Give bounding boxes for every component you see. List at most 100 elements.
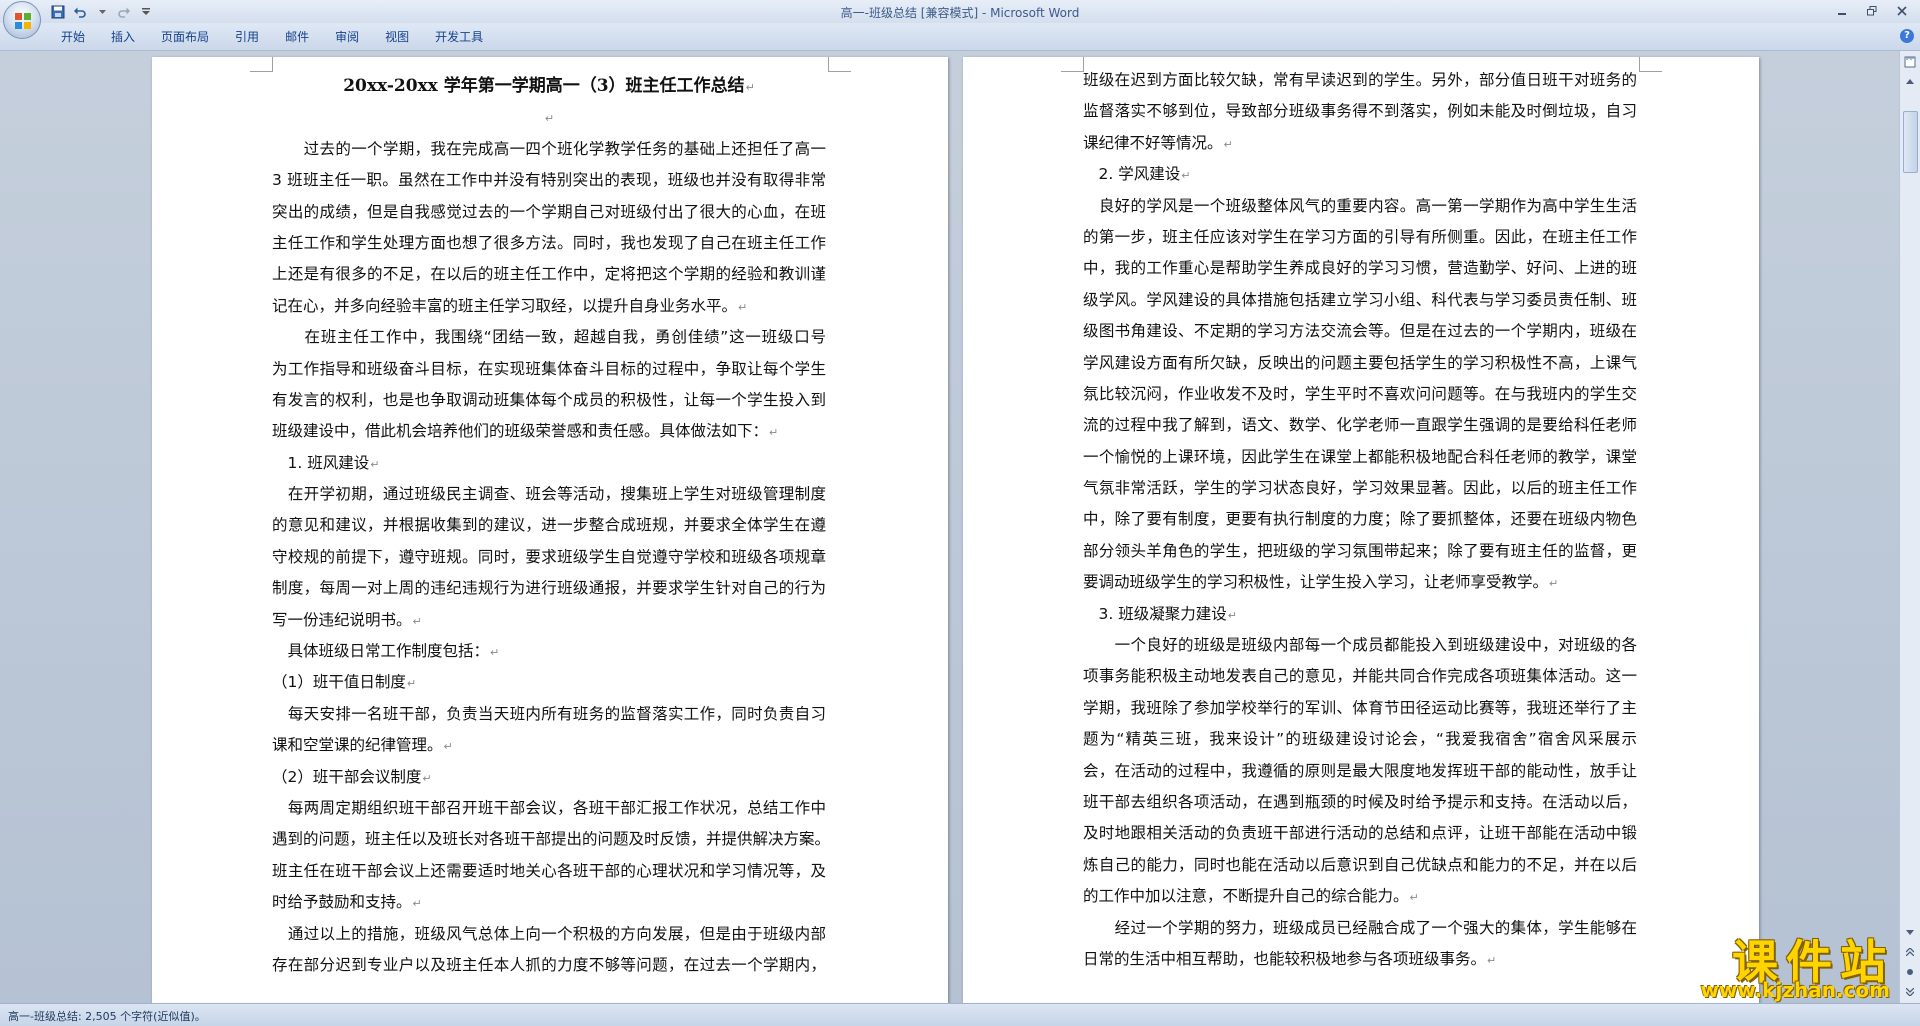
line-text: 一个愉悦的上课环境，因此学生在课堂上都能积极地配合科任老师的教学，课堂: [1083, 447, 1637, 466]
crop-mark: [1639, 57, 1662, 72]
tab-mailings[interactable]: 邮件: [272, 28, 322, 46]
line-text: 监督落实不够到位，导致部分班级事务得不到落实，例如未能及时倒垃圾，自习: [1083, 102, 1637, 121]
line-text: 级图书角建设、不定期的学习方法交流会等。但是在过去的一个学期内，班级在: [1083, 322, 1637, 341]
ribbon-tabs: 开始 插入 页面布局 引用 邮件 审阅 视图 开发工具: [48, 28, 496, 46]
document-line: 会，在活动的过程中，我遵循的原则是最大限度地发挥班干部的能动性，放手让: [1083, 756, 1637, 787]
tab-view[interactable]: 视图: [372, 28, 422, 46]
tab-references[interactable]: 引用: [222, 28, 272, 46]
tab-developer[interactable]: 开发工具: [422, 28, 496, 46]
close-button[interactable]: [1888, 2, 1916, 20]
save-button[interactable]: [50, 4, 66, 20]
minimize-button[interactable]: [1828, 2, 1856, 20]
line-text: 会，在活动的过程中，我遵循的原则是最大限度地发挥班干部的能动性，放手让: [1083, 761, 1637, 780]
paragraph-mark: ↵: [1227, 608, 1237, 622]
previous-page-button[interactable]: [1901, 943, 1919, 961]
line-text: 突出的成绩，但是自我感觉过去的一个学期自己对班级付出了很大的心血，在班: [272, 202, 826, 221]
line-text: 记在心，并多向经验丰富的班主任学习取经，以提升自身业务水平。: [272, 296, 738, 315]
line-text: 炼自己的能力，同时也能在活动以后意识到自己优缺点和能力的不足，并在以后: [1083, 855, 1637, 874]
line-text: 班级建设中，借此机会培养他们的班级荣誉感和责任感。具体做法如下：: [272, 422, 769, 441]
line-text: 时给予鼓励和支持。: [272, 893, 412, 912]
arrow-up-icon: [1906, 79, 1914, 84]
select-browse-object-button[interactable]: [1901, 963, 1919, 981]
document-line: 经过一个学期的努力，班级成员已经融合成了一个强大的集体，学生能够在: [1083, 913, 1637, 944]
tab-review[interactable]: 审阅: [322, 28, 372, 46]
document-line: 班主任在班干部会议上还需要适时地关心各班干部的心理状况和学习情况等，及: [272, 856, 826, 887]
document-line: 炼自己的能力，同时也能在活动以后意识到自己优缺点和能力的不足，并在以后: [1083, 850, 1637, 881]
line-text: 气氛非常活跃，学生的学习状态良好，学习效果显著。因此，以后的班主任工作: [1083, 479, 1637, 498]
office-button[interactable]: [3, 1, 41, 39]
line-text: 在开学初期，通过班级民主调查、班会等活动，搜集班上学生对班级管理制度: [272, 485, 826, 504]
next-page-button[interactable]: [1901, 983, 1919, 1001]
ruler-toggle-button[interactable]: [1901, 53, 1919, 71]
arrow-down-icon: [1906, 930, 1914, 935]
document-line: 具体班级日常工作制度包括：↵: [272, 636, 826, 667]
line-text: 在班主任工作中，我围绕“团结一致，超越自我，勇创佳绩”这一班级口号: [272, 328, 826, 347]
redo-icon: [118, 7, 130, 18]
line-text: 良好的学风是一个班级整体风气的重要内容。高一第一学期作为高中学生生活: [1083, 196, 1637, 215]
redo-button[interactable]: [116, 4, 132, 20]
scroll-down-button[interactable]: [1901, 923, 1919, 941]
paragraph-mark: ↵: [412, 897, 422, 911]
line-text: 3 班班主任一职。虽然在工作中并没有特别突出的表现，班级也并没有取得非常: [272, 171, 826, 190]
document-line: 守校规的前提下，遵守班规。同时，要求班级学生自觉遵守学校和班级各项规章: [272, 542, 826, 573]
document-line: 在班主任工作中，我围绕“团结一致，超越自我，勇创佳绩”这一班级口号: [272, 322, 826, 353]
document-line: 的第一步，班主任应该对学生在学习方面的引导有所侧重。因此，在班主任工作: [1083, 222, 1637, 253]
document-line: 为工作指导和班级奋斗目标，在实现班集体奋斗目标的过程中，争取让每个学生: [272, 354, 826, 385]
document-stats[interactable]: 高一-班级总结: 2,505 个字符(近似值)。: [8, 1008, 206, 1024]
line-text: 20xx-20xx 学年第一学期高一（3）班主任工作总结: [343, 76, 745, 96]
scroll-up-button[interactable]: [1901, 73, 1919, 91]
page-text-column: 班级在迟到方面比较欠缺，常有早读迟到的学生。另外，部分值日班干对班务的 监督落实不…: [1083, 65, 1637, 975]
paragraph-mark: ↵: [769, 426, 779, 440]
document-line: 日常的生活中相互帮助，也能较积极地参与各项班级事务。↵: [1083, 944, 1637, 975]
tab-home[interactable]: 开始: [48, 28, 98, 46]
document-line: 要调动班级学生的学习积极性，让学生投入学习，让老师享受教学。↵: [1083, 567, 1637, 598]
document-line: 主任工作和学生处理方面也想了很多方法。同时，我也发现了自己在班主任工作: [272, 228, 826, 259]
customize-qat-button[interactable]: [138, 4, 154, 20]
document-line: 制度，每周一对上周的违纪违规行为进行班级通报，并要求学生针对自己的行为: [272, 573, 826, 604]
line-text: 学风建设方面有所欠缺，反映出的问题主要包括学生的学习积极性不高，上课气: [1083, 353, 1637, 372]
document-line: 写一份违纪说明书。↵: [272, 605, 826, 636]
undo-dropdown-button[interactable]: [94, 4, 110, 20]
window-controls: [1828, 2, 1916, 20]
paragraph-mark: ↵: [738, 300, 748, 314]
document-line: 的意见和建议，并根据收集到的建议，进一步整合成班规，并要求全体学生在遵: [272, 510, 826, 541]
help-button[interactable]: ?: [1900, 29, 1914, 43]
line-text: 2. 学风建设: [1083, 165, 1181, 184]
document-line: 每两周定期组织班干部召开班干部会议，各班干部汇报工作状况，总结工作中: [272, 793, 826, 824]
crop-mark: [1061, 57, 1084, 72]
undo-button[interactable]: [72, 4, 88, 20]
line-text: 具体班级日常工作制度包括：: [272, 642, 490, 661]
double-chevron-up-icon: [1906, 948, 1914, 956]
tab-page-layout[interactable]: 页面布局: [148, 28, 222, 46]
document-heading: 20xx-20xx 学年第一学期高一（3）班主任工作总结↵: [272, 71, 826, 102]
document-line: 记在心，并多向经验丰富的班主任学习取经，以提升自身业务水平。↵: [272, 291, 826, 322]
vertical-scrollbar[interactable]: [1899, 51, 1920, 1003]
document-line: 级学风。学风建设的具体措施包括建立学习小组、科代表与学习委员责任制、班: [1083, 285, 1637, 316]
line-text: 流的过程中我了解到，语文、数学、化学老师一直跟学生强调的是要给科任老师: [1083, 416, 1637, 435]
paragraph-mark: ↵: [412, 614, 422, 628]
document-page-right[interactable]: 班级在迟到方面比较欠缺，常有早读迟到的学生。另外，部分值日班干对班务的 监督落实不…: [963, 57, 1759, 1003]
line-text: 一个良好的班级是班级内部每一个成员都能投入到班级建设中，对班级的各: [1083, 636, 1637, 655]
scrollbar-thumb[interactable]: [1903, 111, 1918, 173]
undo-icon: [74, 7, 86, 18]
document-line: 上还是有很多的不足，在以后的班主任工作中，定将把这个学期的经验和教训谨: [272, 259, 826, 290]
document-line: 课和空堂课的纪律管理。↵: [272, 730, 826, 761]
document-line: （1）班干值日制度↵: [272, 667, 826, 698]
watermark-logo: 课件站 www.kjzhan.com: [1664, 926, 1894, 1006]
status-bar: 高一-班级总结: 2,505 个字符(近似值)。: [0, 1003, 1920, 1026]
line-text: 部分领头羊角色的学生，把班级的学习氛围带起来；除了要有班主任的监督，更: [1083, 541, 1637, 560]
line-text: 上还是有很多的不足，在以后的班主任工作中，定将把这个学期的经验和教训谨: [272, 265, 826, 284]
paragraph-mark: ↵: [443, 740, 453, 754]
restore-button[interactable]: [1858, 2, 1886, 20]
document-line: 的工作中加以注意，不断提升自己的综合能力。↵: [1083, 881, 1637, 912]
document-page-left[interactable]: 20xx-20xx 学年第一学期高一（3）班主任工作总结↵ ↵ 过去的一个学期，我…: [152, 57, 948, 1003]
line-text: （1）班干值日制度: [272, 673, 406, 692]
save-icon: [51, 5, 65, 19]
document-line: 存在部分迟到专业户以及班主任本人抓的力度不够等问题，在过去一个学期内，: [272, 950, 826, 981]
line-text: 制度，每周一对上周的违纪违规行为进行班级通报，并要求学生针对自己的行为: [272, 579, 826, 598]
document-line: 班级建设中，借此机会培养他们的班级荣誉感和责任感。具体做法如下：↵: [272, 416, 826, 447]
line-text: 中，除了要有制度，更要有执行制度的力度；除了要抓整体，还要在班级内物色: [1083, 510, 1637, 529]
tab-insert[interactable]: 插入: [98, 28, 148, 46]
line-text: 及时地跟相关活动的负责班干部进行活动的总结和点评，让班干部能在活动中锻: [1083, 824, 1637, 843]
line-text: （2）班干部会议制度: [272, 767, 422, 786]
